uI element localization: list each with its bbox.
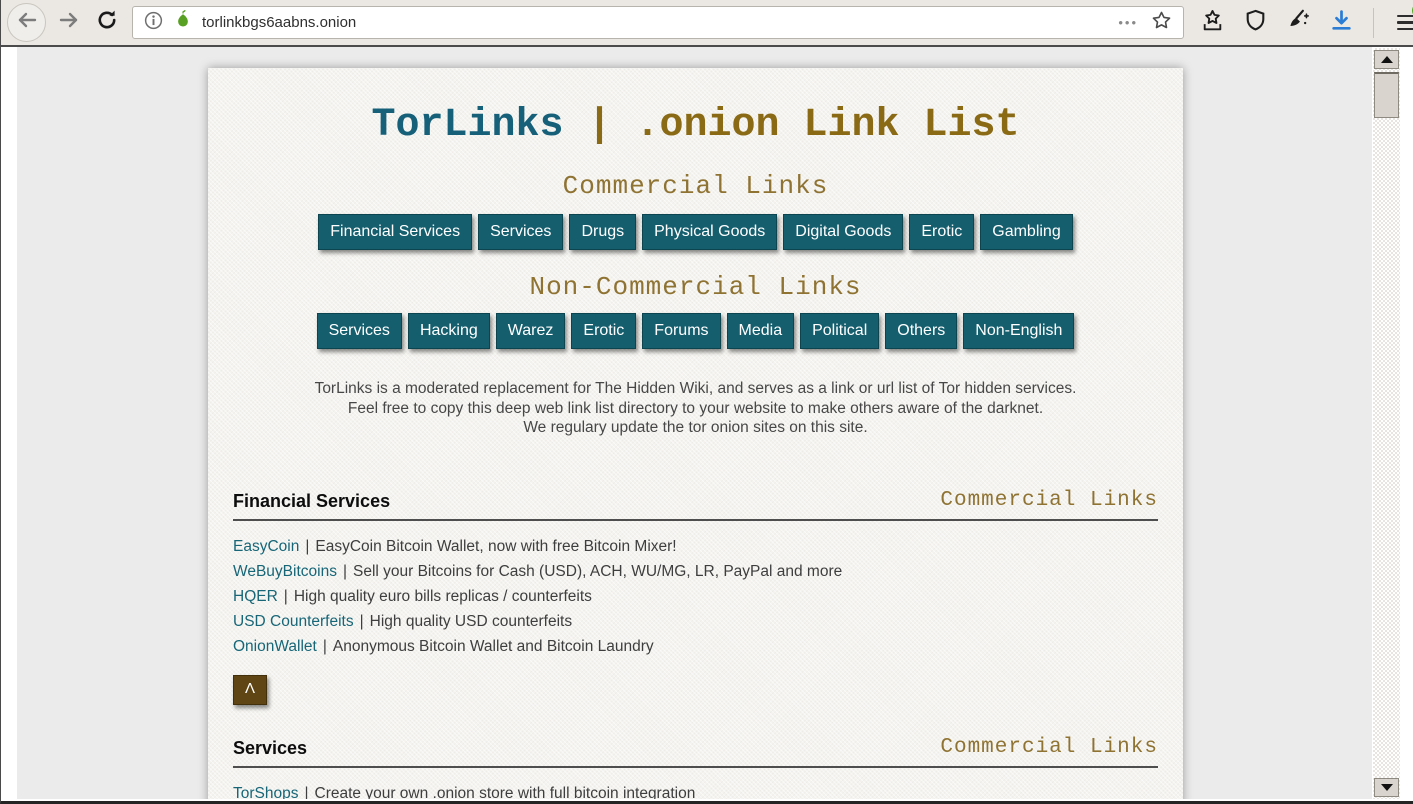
toolbar-actions: ↑ xyxy=(1199,2,1413,38)
category-button-digital-goods[interactable]: Digital Goods xyxy=(783,214,904,250)
link-description: High quality USD counterfeits xyxy=(369,612,573,630)
commercial-links-heading: Commercial Links xyxy=(562,171,829,201)
link-separator: | xyxy=(359,612,364,630)
category-button-others[interactable]: Others xyxy=(885,313,958,349)
content-panel: TorLinks | .onion Link List Commercial L… xyxy=(208,68,1183,799)
page-title-secondary: | .onion Link List xyxy=(587,103,1020,148)
link-item: HQER | High quality euro bills replicas / … xyxy=(233,584,1158,609)
intro-line: We regulary update the tor onion sites o… xyxy=(523,419,868,436)
back-arrow-icon xyxy=(15,8,39,37)
category-button-drugs[interactable]: Drugs xyxy=(569,214,637,250)
link-separator: | xyxy=(283,587,288,605)
link-item: OnionWallet | Anonymous Bitcoin Wallet and… xyxy=(233,634,1158,659)
section-tag: Commercial Links xyxy=(940,488,1158,512)
browser-toolbar: torlinkbgs6aabns.onion ••• xyxy=(1,0,1413,47)
new-identity-button[interactable] xyxy=(1285,7,1311,38)
page-actions-icon[interactable]: ••• xyxy=(1114,15,1142,30)
link-item: EasyCoin | EasyCoin Bitcoin Wallet, now wi… xyxy=(233,534,1158,559)
triangle-up-icon xyxy=(1380,56,1393,63)
category-button-warez[interactable]: Warez xyxy=(495,313,566,349)
intro-line: TorLinks is a moderated replacement for … xyxy=(314,380,1077,397)
section-divider xyxy=(233,765,1158,768)
broom-sparkle-icon xyxy=(1285,7,1311,38)
onion-link-easycoin[interactable]: EasyCoin xyxy=(233,538,299,555)
onion-circuit-icon[interactable] xyxy=(172,9,194,36)
page-title-primary: TorLinks xyxy=(371,103,588,148)
link-description: Create your own .onion store with full b… xyxy=(314,784,696,800)
download-arrow-icon xyxy=(1329,8,1354,38)
link-separator: | xyxy=(342,562,347,580)
onion-link-webuybitcoins[interactable]: WeBuyBitcoins xyxy=(233,563,337,580)
downloads-button[interactable] xyxy=(1328,8,1354,38)
section-header-financial-services: Financial Services Commercial Links xyxy=(233,489,1158,512)
onion-link-torshops[interactable]: TorShops xyxy=(233,785,298,800)
link-description: EasyCoin Bitcoin Wallet, now with free B… xyxy=(315,537,677,555)
bookmarks-library-button[interactable] xyxy=(1199,8,1225,38)
shield-icon xyxy=(1243,8,1268,38)
page-title: TorLinks | .onion Link List xyxy=(233,102,1158,149)
triangle-down-icon xyxy=(1380,784,1393,791)
category-button-nc-services[interactable]: Services xyxy=(316,313,402,349)
link-item: WeBuyBitcoins | Sell your Bitcoins for Cas… xyxy=(233,559,1158,584)
reload-icon xyxy=(95,8,119,37)
onion-link-usd-counterfeits[interactable]: USD Counterfeits xyxy=(233,613,354,630)
site-info-icon[interactable] xyxy=(143,10,164,36)
link-separator: | xyxy=(305,537,310,555)
category-button-nc-erotic[interactable]: Erotic xyxy=(571,313,637,349)
forward-arrow-icon xyxy=(57,8,81,37)
url-bar[interactable]: torlinkbgs6aabns.onion ••• xyxy=(132,6,1184,39)
category-button-physical-goods[interactable]: Physical Goods xyxy=(642,214,778,250)
onion-link-hqer[interactable]: HQER xyxy=(233,588,278,605)
noncommercial-category-buttons: Services Hacking Warez Erotic Forums Media Pol… xyxy=(233,313,1158,349)
url-text: torlinkbgs6aabns.onion xyxy=(202,14,357,31)
noncommercial-links-heading: Non-Commercial Links xyxy=(529,272,862,302)
intro-paragraph: TorLinks is a moderated replacement for … xyxy=(233,379,1158,438)
category-button-media[interactable]: Media xyxy=(726,313,795,349)
forward-button[interactable] xyxy=(54,8,84,38)
section-title: Financial Services xyxy=(233,490,391,511)
star-tray-icon xyxy=(1200,8,1225,38)
link-item: TorShops | Create your own .onion store wi… xyxy=(233,781,1158,800)
link-description: Anonymous Bitcoin Wallet and Bitcoin Lau… xyxy=(332,637,654,655)
link-separator: | xyxy=(322,637,327,655)
hamburger-icon xyxy=(1397,14,1413,31)
category-button-hacking[interactable]: Hacking xyxy=(407,313,490,349)
toolbar-divider xyxy=(1373,7,1374,38)
financial-services-link-list: EasyCoin | EasyCoin Bitcoin Wallet, now wi… xyxy=(233,534,1158,659)
section-title: Services xyxy=(233,737,308,758)
link-separator: | xyxy=(304,784,309,800)
category-button-forums[interactable]: Forums xyxy=(642,313,721,349)
intro-line: Feel free to copy this deep web link lis… xyxy=(347,399,1044,417)
scroll-down-button[interactable] xyxy=(1374,778,1399,797)
onion-link-onionwallet[interactable]: OnionWallet xyxy=(233,638,317,655)
vertical-scrollbar[interactable] xyxy=(1373,48,1400,799)
category-button-gambling[interactable]: Gambling xyxy=(980,214,1073,250)
link-description: Sell your Bitcoins for Cash (USD), ACH, … xyxy=(352,562,843,580)
back-button[interactable] xyxy=(7,3,46,42)
page-viewport: TorLinks | .onion Link List Commercial L… xyxy=(1,47,1413,799)
section-divider xyxy=(233,518,1158,521)
scrollbar-thumb[interactable] xyxy=(1374,72,1399,118)
category-button-services[interactable]: Services xyxy=(478,214,564,250)
commercial-category-buttons: Financial Services Services Drugs Physical … xyxy=(233,214,1158,250)
section-tag: Commercial Links xyxy=(940,735,1158,759)
link-item: USD Counterfeits | High quality USD counte… xyxy=(233,609,1158,634)
link-description: High quality euro bills replicas / count… xyxy=(293,587,592,605)
back-to-top-button[interactable]: Λ xyxy=(233,674,268,705)
category-button-erotic[interactable]: Erotic xyxy=(909,214,975,250)
app-menu-button[interactable]: ↑ xyxy=(1393,2,1413,36)
section-header-services: Services Commercial Links xyxy=(233,736,1158,759)
services-link-list: TorShops | Create your own .onion store wi… xyxy=(233,781,1158,800)
bookmark-star-icon[interactable] xyxy=(1150,9,1173,37)
security-level-button[interactable] xyxy=(1242,8,1268,38)
category-button-non-english[interactable]: Non-English xyxy=(963,313,1075,349)
browser-window: torlinkbgs6aabns.onion ••• TorLinks | .o… xyxy=(0,0,1413,804)
scrollbar-track[interactable] xyxy=(1373,48,1400,799)
category-button-financial-services[interactable]: Financial Services xyxy=(318,214,473,250)
scroll-up-button[interactable] xyxy=(1374,50,1399,69)
category-button-political[interactable]: Political xyxy=(800,313,880,349)
reload-button[interactable] xyxy=(92,8,122,38)
